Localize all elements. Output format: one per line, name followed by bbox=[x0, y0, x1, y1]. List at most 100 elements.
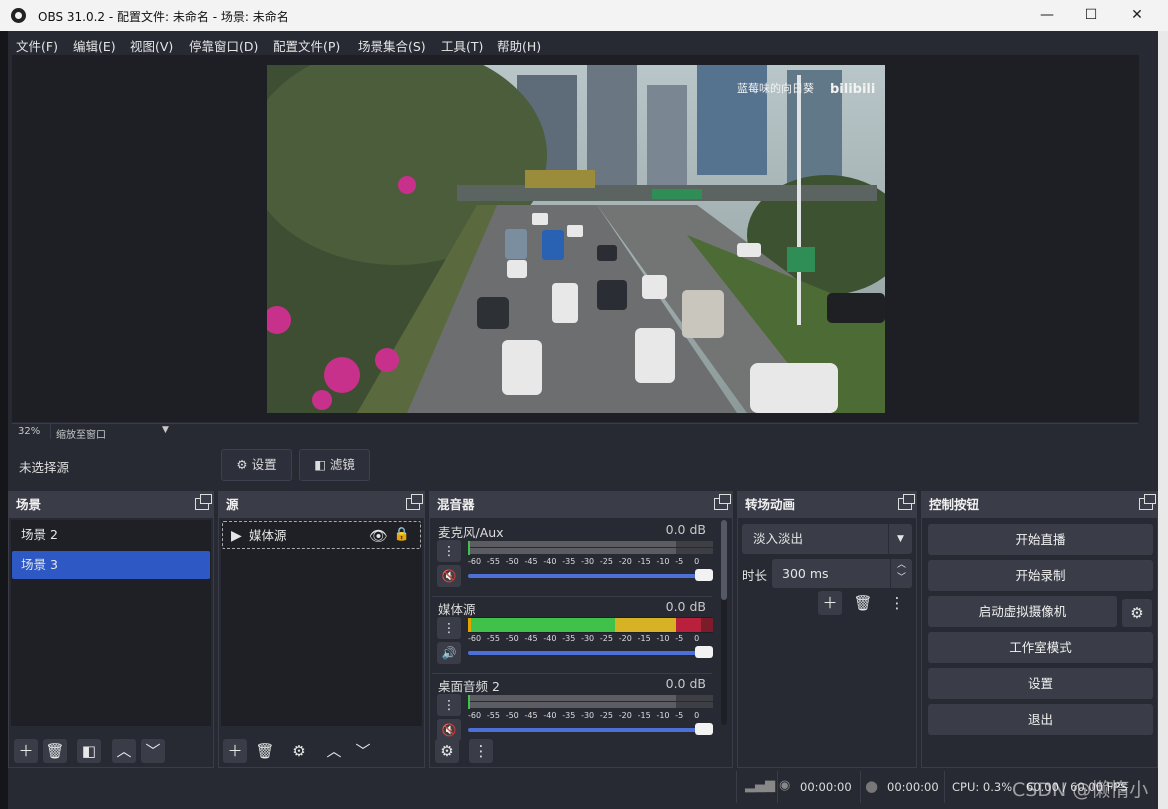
volume-slider[interactable] bbox=[468, 646, 713, 658]
scene-item-selected[interactable]: 场景 3 bbox=[12, 551, 210, 579]
channel-db: 0.0 dB bbox=[665, 676, 706, 691]
controls-dock-header: 控制按钮 bbox=[922, 492, 1157, 518]
sources-title: 源 bbox=[226, 497, 239, 512]
volume-slider[interactable] bbox=[468, 723, 713, 735]
trash-icon[interactable]: 🗑 bbox=[43, 739, 67, 763]
settings-button[interactable]: 设置 bbox=[928, 668, 1153, 699]
controls-title: 控制按钮 bbox=[929, 497, 980, 512]
eye-icon[interactable]: 👁 bbox=[369, 522, 388, 550]
scene-item[interactable]: 场景 2 bbox=[12, 521, 210, 549]
add-icon[interactable]: ＋ bbox=[223, 739, 247, 763]
studio-mode-button[interactable]: 工作室模式 bbox=[928, 632, 1153, 663]
move-down-icon[interactable]: ﹀ bbox=[141, 739, 165, 763]
channel-name: 麦克风/Aux bbox=[438, 525, 504, 540]
volume-knob[interactable] bbox=[695, 569, 713, 581]
level-meter bbox=[468, 617, 713, 633]
gear-icon[interactable]: ⚙ bbox=[287, 739, 311, 763]
scenes-title: 场景 bbox=[16, 497, 42, 512]
trash-icon[interactable]: 🗑 bbox=[253, 739, 277, 763]
title-bar: OBS 31.0.2 - 配置文件: 未命名 - 场景: 未命名 — ☐ ✕ bbox=[0, 0, 1168, 31]
scenes-dock-header: 场景 bbox=[9, 492, 213, 518]
more-icon[interactable]: ⋮ bbox=[437, 694, 461, 716]
gear-icon[interactable]: ⚙ bbox=[1122, 599, 1152, 627]
mixer-channel: 媒体源 0.0 dB ⋮ 🔊 -60 -55 -50 -45 -40 -35 -30 -25 -20 -1… bbox=[432, 596, 713, 672]
level-meter bbox=[468, 694, 713, 710]
transition-select-value: 淡入淡出 bbox=[753, 531, 804, 546]
watermark-text: 蓝莓味的向日葵 bbox=[737, 81, 814, 95]
volume-knob[interactable] bbox=[695, 646, 713, 658]
speaker-icon[interactable]: 🔊 bbox=[437, 642, 461, 664]
start-streaming-button[interactable]: 开始直播 bbox=[928, 524, 1153, 555]
csdn-watermark: CSDN @懒惰小 bbox=[1012, 779, 1149, 801]
minimize-button[interactable]: — bbox=[1024, 0, 1070, 31]
virtual-camera-button[interactable]: 启动虚拟摄像机 bbox=[928, 596, 1117, 627]
exit-button[interactable]: 退出 bbox=[928, 704, 1153, 735]
channel-db: 0.0 dB bbox=[665, 599, 706, 614]
undock-icon[interactable] bbox=[1139, 494, 1156, 510]
meter-scale: -60 -55 -50 -45 -40 -35 -30 -25 -20 -15 -10 -5 0 bbox=[468, 711, 700, 720]
maximize-button[interactable]: ☐ bbox=[1068, 0, 1114, 31]
menu-scene-collection[interactable]: 场景集合(S) bbox=[358, 36, 426, 55]
source-list: ▶ 媒体源 👁 🔒 bbox=[221, 520, 422, 726]
undock-icon[interactable] bbox=[195, 494, 212, 510]
more-icon[interactable]: ⋮ bbox=[437, 540, 461, 562]
chevron-down-icon[interactable]: ▼ bbox=[162, 425, 169, 435]
video-frame[interactable]: 蓝莓味的向日葵 bilibili bbox=[267, 65, 885, 413]
level-meter bbox=[468, 540, 713, 556]
stream-indicator-icon: ◉ bbox=[779, 778, 791, 793]
start-recording-button[interactable]: 开始录制 bbox=[928, 560, 1153, 591]
filter-icon: ◧ bbox=[314, 457, 330, 472]
transition-select[interactable]: 淡入淡出 ▼ bbox=[742, 524, 912, 554]
trash-icon[interactable]: 🗑 bbox=[851, 591, 875, 615]
menu-file[interactable]: 文件(F) bbox=[16, 36, 58, 55]
filters-label: 滤镜 bbox=[329, 457, 355, 472]
record-indicator-icon: ● bbox=[865, 777, 879, 795]
meter-scale: -60 -55 -50 -45 -40 -35 -30 -25 -20 -15 -10 -5 0 bbox=[468, 557, 700, 566]
undock-icon[interactable] bbox=[406, 494, 423, 510]
mixer-dock: 混音器 麦克风/Aux 0.0 dB ⋮ 🔇 -60 -55 -50 -45 -40 -35 -30… bbox=[429, 491, 733, 768]
volume-slider[interactable] bbox=[468, 569, 713, 581]
mixer-channel: 麦克风/Aux 0.0 dB ⋮ 🔇 -60 -55 -50 -45 -40 -35 -30 -25-… bbox=[432, 520, 713, 596]
menu-help[interactable]: 帮助(H) bbox=[497, 36, 541, 55]
spin-arrows-icon[interactable]: ︿ ﹀ bbox=[890, 559, 912, 588]
duration-spinbox[interactable]: 300 ms ︿ ﹀ bbox=[772, 559, 912, 588]
more-icon[interactable]: ⋮ bbox=[469, 739, 493, 763]
sources-dock: 源 ▶ 媒体源 👁 🔒 ＋ 🗑 ⚙ ︿ ﹀ bbox=[218, 491, 425, 768]
scene-list: 场景 2 场景 3 bbox=[11, 520, 211, 726]
move-up-icon[interactable]: ︿ bbox=[112, 739, 136, 763]
zoom-mode-select[interactable]: 缩放至窗口 bbox=[56, 426, 106, 441]
menu-profile[interactable]: 配置文件(P) bbox=[273, 36, 340, 55]
undock-icon[interactable] bbox=[898, 494, 915, 510]
move-down-icon[interactable]: ﹀ bbox=[351, 739, 375, 763]
move-up-icon[interactable]: ︿ bbox=[322, 739, 346, 763]
menu-tools[interactable]: 工具(T) bbox=[441, 36, 483, 55]
add-icon[interactable]: ＋ bbox=[14, 739, 38, 763]
undock-icon[interactable] bbox=[714, 494, 731, 510]
more-icon[interactable]: ⋮ bbox=[437, 617, 461, 639]
filter-icon[interactable]: ◧ bbox=[77, 739, 101, 763]
obs-window: OBS 31.0.2 - 配置文件: 未命名 - 场景: 未命名 — ☐ ✕ 文… bbox=[0, 0, 1168, 809]
chevron-down-icon[interactable]: ▼ bbox=[888, 524, 912, 554]
close-button[interactable]: ✕ bbox=[1114, 0, 1160, 31]
muted-speaker-icon[interactable]: 🔇 bbox=[437, 565, 461, 587]
source-toolbar: 未选择源 ⚙ 设置 ◧ 滤镜 bbox=[8, 443, 1158, 487]
add-icon[interactable]: ＋ bbox=[818, 591, 842, 615]
window-title: OBS 31.0.2 - 配置文件: 未命名 - 场景: 未命名 bbox=[38, 10, 289, 24]
properties-label: 设置 bbox=[251, 457, 277, 472]
bilibili-logo: bilibili bbox=[830, 82, 875, 97]
menu-docks[interactable]: 停靠窗口(D) bbox=[189, 36, 258, 55]
muted-speaker-icon[interactable]: 🔇 bbox=[437, 719, 461, 741]
menu-edit[interactable]: 编辑(E) bbox=[73, 36, 116, 55]
channel-name: 媒体源 bbox=[438, 602, 476, 617]
filters-button[interactable]: ◧ 滤镜 bbox=[299, 449, 370, 481]
meter-scale: -60 -55 -50 -45 -40 -35 -30 -25 -20 -15 -10 -5 0 bbox=[468, 634, 700, 643]
menu-view[interactable]: 视图(V) bbox=[130, 36, 173, 55]
properties-button[interactable]: ⚙ 设置 bbox=[221, 449, 292, 481]
gears-icon[interactable]: ⚙ bbox=[435, 739, 459, 763]
cpu-usage: CPU: 0.3% bbox=[952, 780, 1013, 794]
volume-knob[interactable] bbox=[695, 723, 713, 735]
source-item[interactable]: ▶ 媒体源 👁 🔒 bbox=[222, 521, 421, 549]
more-icon[interactable]: ⋮ bbox=[885, 591, 909, 615]
mixer-scrollbar[interactable] bbox=[721, 520, 727, 725]
lock-icon[interactable]: 🔒 bbox=[394, 521, 410, 549]
